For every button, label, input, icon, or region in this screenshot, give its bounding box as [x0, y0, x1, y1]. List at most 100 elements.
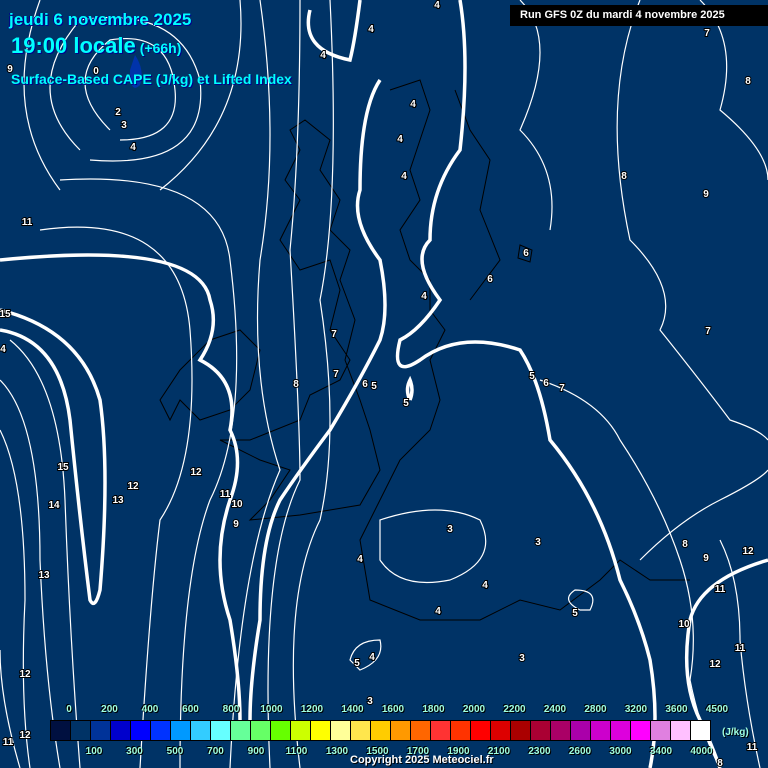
contour-label: 9 [703, 553, 709, 564]
contour-label: 4 [320, 50, 326, 61]
contour-label: 12 [742, 546, 754, 557]
contour-label: 4 [368, 24, 374, 35]
legend-top-label: 4500 [705, 704, 729, 715]
contour-label: 12 [19, 669, 31, 680]
legend-top-label: 3200 [624, 704, 648, 715]
contour-label: 10 [678, 619, 690, 630]
legend-swatch [671, 721, 691, 740]
legend-swatch [491, 721, 511, 740]
contour-label: 6 [362, 379, 368, 390]
contour-label: 3 [519, 653, 525, 664]
contour-label: 12 [127, 481, 139, 492]
contour-label: 4 [434, 0, 440, 11]
legend-swatch [611, 721, 631, 740]
contour-label: 5 [371, 381, 377, 392]
contour-label: 11 [3, 737, 14, 748]
legend-bottom-label: 900 [247, 746, 265, 757]
legend-swatch [391, 721, 411, 740]
legend-top-label: 3600 [665, 704, 688, 715]
legend-swatch [631, 721, 651, 740]
legend-bottom-label: 2600 [568, 746, 592, 757]
legend-swatch [431, 721, 451, 740]
legend-bottom-label: 3000 [609, 746, 632, 757]
legend-swatch [591, 721, 611, 740]
legend-top-label: 0 [66, 704, 72, 715]
coastlines [159, 79, 690, 621]
legend-bottom-label: 300 [126, 746, 143, 757]
contour-label: 3 [535, 537, 541, 548]
legend-top-label: 1000 [260, 704, 283, 715]
legend-bottom-label: 2300 [528, 746, 551, 757]
lead-time: (+66h) [139, 40, 182, 56]
legend-bottom-label: 4000 [690, 746, 713, 757]
contour-label: 15 [57, 462, 69, 473]
legend-swatch [531, 721, 551, 740]
contour-label: 4 [410, 99, 416, 110]
legend-swatch [91, 721, 111, 740]
legend-bottom-label: 1100 [285, 746, 308, 757]
forecast-date: jeudi 6 novembre 2025 [9, 10, 192, 29]
contour-label: 3 [447, 524, 453, 535]
legend-swatch [331, 721, 351, 740]
legend-swatch [651, 721, 671, 740]
color-legend [50, 720, 711, 741]
legend-swatch [51, 721, 71, 740]
legend-swatch [691, 721, 710, 740]
legend-swatch [71, 721, 91, 740]
legend-top-label: 2800 [584, 704, 607, 715]
contour-label: 4 [435, 606, 441, 617]
legend-bottom-label: 500 [166, 746, 184, 757]
legend-top-label: 800 [222, 704, 240, 715]
legend-swatch [471, 721, 491, 740]
legend-unit: (J/kg) [722, 727, 749, 738]
contour-labels: 44 748234444 89116641577478 6 556 75121513121… [0, 0, 759, 768]
contour-label: 8 [682, 539, 688, 550]
contour-label: 11 [715, 584, 726, 595]
legend-swatch [311, 721, 331, 740]
legend-swatch [511, 721, 531, 740]
legend-top-label: 600 [182, 704, 199, 715]
contour-label: 6 [523, 248, 529, 259]
contour-label: 4 [130, 142, 136, 153]
contour-label: 6 [543, 378, 549, 389]
legend-swatch [411, 721, 431, 740]
contour-label: 12 [709, 659, 721, 670]
contour-label: 8 [293, 379, 299, 390]
contour-label: 7 [331, 329, 337, 340]
contour-label: 4 [357, 554, 363, 565]
contour-label: 15 [0, 309, 11, 320]
contour-label: 10 [231, 499, 243, 510]
contour-label: 5 [529, 371, 535, 382]
legend-bottom-label: 1300 [325, 746, 349, 757]
local-time: 19:00 locale [11, 33, 136, 58]
legend-swatch [451, 721, 471, 740]
run-info: Run GFS 0Z du mardi 4 novembre 2025 [510, 5, 768, 26]
legend-swatch [171, 721, 191, 740]
legend-swatch [291, 721, 311, 740]
legend-bottom-label: 700 [207, 746, 224, 757]
contour-label: 12 [190, 467, 202, 478]
legend-swatch [231, 721, 251, 740]
legend-swatch [551, 721, 571, 740]
contour-label: 3 [121, 120, 127, 131]
contour-label: 4 [482, 580, 488, 591]
contour-label: 13 [112, 495, 124, 506]
legend-top-label: 2200 [503, 704, 526, 715]
contour-label: 4 [421, 291, 427, 302]
contour-label: 7 [704, 28, 710, 39]
legend-top-label: 1800 [422, 704, 445, 715]
contour-label: 4 [401, 171, 407, 182]
contour-label: 6 [487, 274, 493, 285]
legend-swatch [131, 721, 151, 740]
contour-label: 7 [333, 369, 339, 380]
legend-top-label: 200 [101, 704, 118, 715]
contour-label: 5 [354, 658, 360, 669]
contour-label: 9 [233, 519, 239, 530]
contour-label: 4 [397, 134, 403, 145]
legend-swatch [151, 721, 171, 740]
contour-label: 11 [747, 742, 758, 753]
contour-label: 9 [703, 189, 709, 200]
contour-label: 12 [19, 730, 31, 741]
contour-label: 11 [220, 489, 231, 500]
contour-label: 4 [0, 344, 6, 355]
